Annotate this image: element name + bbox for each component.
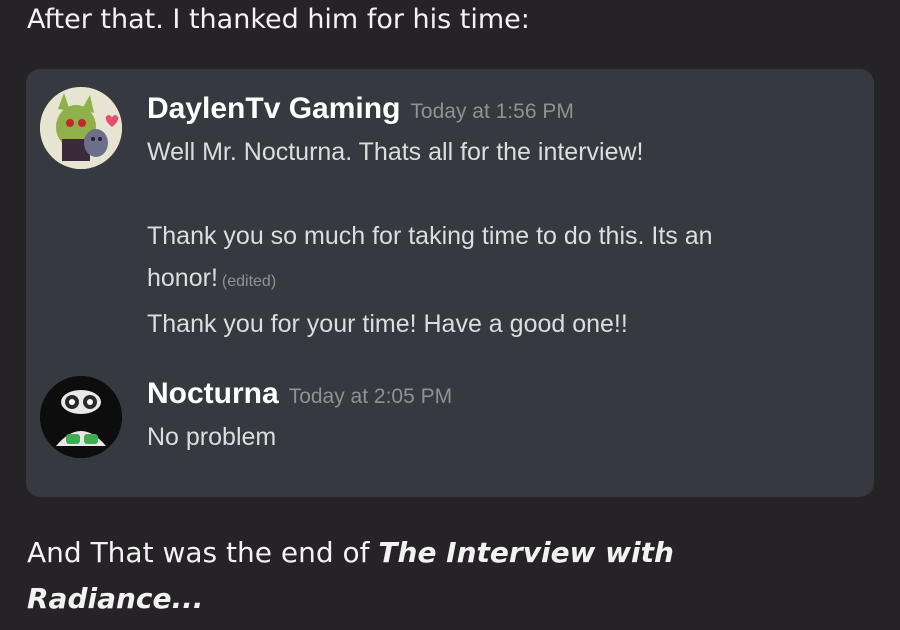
username[interactable]: Nocturna [147, 377, 279, 410]
screenshot-page: After that. I thanked him for his time: [0, 0, 900, 630]
message-content: DaylenTv Gaming Today at 1:56 PM Well Mr.… [147, 87, 847, 345]
avatar[interactable] [40, 87, 122, 169]
avatar-image [40, 87, 122, 169]
avatar-image [40, 376, 122, 458]
message-line-text: honor! [147, 264, 218, 292]
message-header: Nocturna Today at 2:05 PM [147, 372, 847, 416]
message-line: Thank you so much for taking time to do … [147, 222, 713, 250]
message-line: Thank you for your time! Have a good one… [147, 310, 628, 338]
outro-text: And That was the end of The Interview wi… [27, 530, 674, 622]
message-line: No problem [147, 423, 277, 451]
edited-label: (edited) [221, 273, 277, 290]
message-header: DaylenTv Gaming Today at 1:56 PM [147, 87, 847, 131]
outro-bold-title-end: Radiance... [27, 582, 204, 615]
timestamp: Today at 1:56 PM [410, 100, 574, 123]
intro-text: After that. I thanked him for his time: [27, 4, 530, 35]
message-line: Well Mr. Nocturna. Thats all for the int… [147, 138, 644, 166]
chat-card: DaylenTv Gaming Today at 1:56 PM Well Mr.… [26, 69, 874, 497]
message-content: Nocturna Today at 2:05 PM No problem [147, 372, 847, 458]
username[interactable]: DaylenTv Gaming [147, 92, 400, 125]
message-line: honor! (edited) [147, 257, 847, 303]
outro-prefix: And That was the end of [27, 536, 379, 569]
outro-bold-title: The Interview with [378, 536, 674, 569]
timestamp: Today at 2:05 PM [288, 385, 453, 408]
avatar[interactable] [40, 376, 122, 458]
